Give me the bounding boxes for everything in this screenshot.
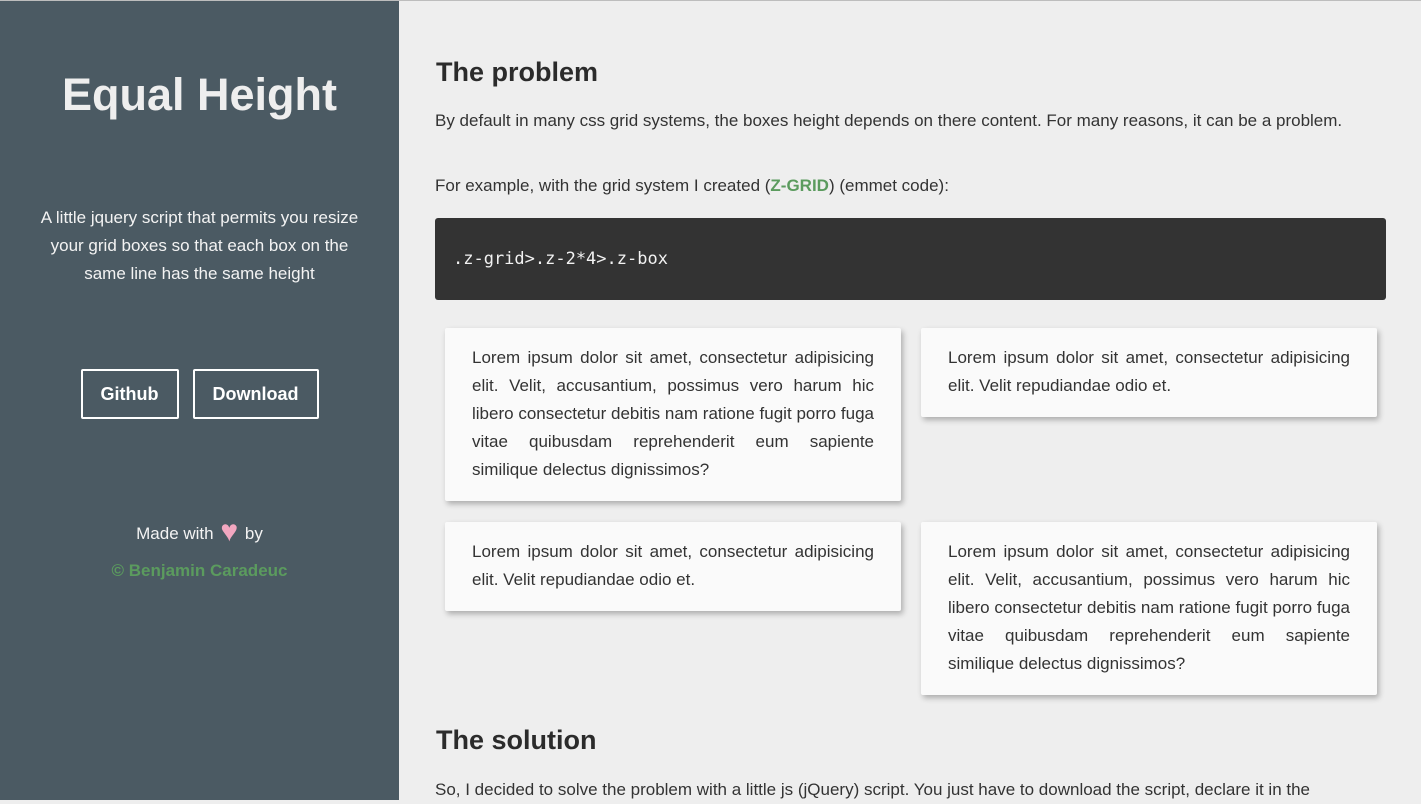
github-button[interactable]: Github xyxy=(80,369,179,419)
by-text: by xyxy=(244,524,263,543)
solution-heading: The solution xyxy=(436,725,597,755)
sidebar: Equal Height A little jquery script that… xyxy=(0,0,399,800)
site-title: Equal Height xyxy=(61,69,337,120)
grid-box: Lorem ipsum dolor sit amet, consectetur … xyxy=(921,522,1377,695)
heart-icon: ♥ xyxy=(220,515,239,548)
problem-heading: The problem xyxy=(436,57,599,87)
grid-box: Lorem ipsum dolor sit amet, consectetur … xyxy=(921,328,1377,417)
made-with-line: Made with ♥ by xyxy=(0,514,399,554)
main-content: The problem By default in many css grid … xyxy=(399,0,1421,800)
example-text-after: ) (emmet code): xyxy=(828,176,949,195)
author-link[interactable]: © Benjamin Caradeuc xyxy=(0,558,399,584)
problem-paragraph: By default in many css grid systems, the… xyxy=(435,111,1343,130)
grid-box: Lorem ipsum dolor sit amet, consectetur … xyxy=(445,328,901,501)
top-border xyxy=(0,0,1421,1)
example-paragraph: For example, with the grid system I crea… xyxy=(435,172,1387,200)
example-text-before: For example, with the grid system I crea… xyxy=(435,176,771,195)
action-buttons: Github Download xyxy=(0,369,399,419)
z-grid-link[interactable]: Z-GRID xyxy=(770,176,829,195)
tagline: A little jquery script that permits you … xyxy=(40,208,359,283)
grid-box: Lorem ipsum dolor sit amet, consectetur … xyxy=(445,522,901,611)
code-block: .z-grid>.z-2*4>.z-box xyxy=(435,218,1386,300)
download-button[interactable]: Download xyxy=(192,369,319,419)
made-with-text: Made with xyxy=(136,524,214,543)
